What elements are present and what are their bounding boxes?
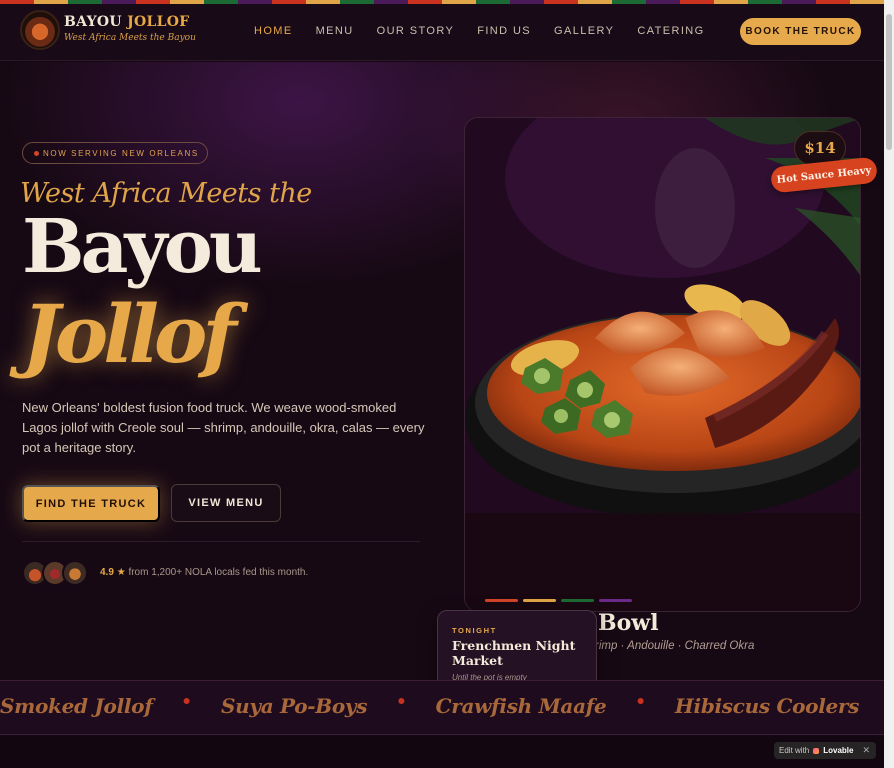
view-menu-button[interactable]: VIEW MENU <box>171 484 281 522</box>
page-scrollbar[interactable] <box>884 0 894 768</box>
marquee-item: Crawfish Maafe <box>435 694 607 718</box>
nav-link-find-us[interactable]: FIND US <box>477 25 531 37</box>
nav-link-home[interactable]: HOME <box>254 25 293 37</box>
jollof-bowl-photo <box>465 118 860 611</box>
marquee-separator: ● <box>397 692 406 708</box>
hero-section: NOW SERVING NEW ORLEANS West Africa Meet… <box>0 62 884 697</box>
marquee-item: Smoked Jollof <box>0 694 153 718</box>
badge-prefix: Edit with <box>779 746 810 755</box>
tonight-kicker: TONIGHT <box>452 626 497 635</box>
nav-links: HOME MENU OUR STORY FIND US GALLERY CATE… <box>254 25 728 37</box>
star-icon: ★ <box>116 567 126 578</box>
nav-link-menu[interactable]: MENU <box>316 25 354 37</box>
card-color-stripes <box>485 599 632 602</box>
hero-divider <box>22 541 420 542</box>
marquee-separator: ● <box>182 692 191 708</box>
stripe-green <box>561 599 594 602</box>
hero-title-jollof: Jollof <box>22 287 237 381</box>
dish-name: Bowl <box>598 610 659 636</box>
stripe-red <box>485 599 518 602</box>
nav-link-catering[interactable]: CATERING <box>637 25 704 37</box>
scrollbar-thumb[interactable] <box>886 14 892 150</box>
rating-summary: 4.9 ★ from 1,200+ NOLA locals fed this m… <box>100 567 308 578</box>
brand-tagline: West Africa Meets the Bayou <box>64 33 196 43</box>
brand-name-part2: JOLLOF <box>127 14 190 30</box>
rating-text: from 1,200+ NOLA locals fed this month. <box>128 567 309 578</box>
marquee-item: Suya Po-Boys <box>221 694 368 718</box>
customer-avatars <box>22 560 90 586</box>
marquee-track: Smoked Jollof ● Suya Po-Boys ● Crawfish … <box>0 692 884 718</box>
top-navigation: BAYOU JOLLOF West Africa Meets the Bayou… <box>0 4 884 61</box>
menu-marquee: Smoked Jollof ● Suya Po-Boys ● Crawfish … <box>0 680 884 735</box>
hero-description: New Orleans' boldest fusion food truck. … <box>22 400 425 455</box>
now-serving-pill: NOW SERVING NEW ORLEANS <box>22 142 208 164</box>
rating-score: 4.9 <box>100 567 114 578</box>
stripe-purple <box>599 599 632 602</box>
brand-name-part1: BAYOU <box>64 14 122 30</box>
page-bottom <box>0 736 884 768</box>
stripe-gold <box>523 599 556 602</box>
nav-link-our-story[interactable]: OUR STORY <box>377 25 455 37</box>
logo-icon[interactable] <box>20 10 60 50</box>
edit-with-lovable-badge[interactable]: Edit with Lovable ✕ <box>774 742 876 759</box>
find-the-truck-button[interactable]: FIND THE TRUCK <box>22 485 160 522</box>
book-the-truck-button[interactable]: BOOK THE TRUCK <box>740 18 861 45</box>
lovable-heart-icon <box>813 747 820 754</box>
brand-name[interactable]: BAYOU JOLLOF <box>64 14 190 30</box>
tonight-title: Frenchmen Night Market <box>452 638 576 668</box>
avatar <box>62 560 88 586</box>
marquee-item: Hibiscus Coolers <box>674 694 860 718</box>
marquee-separator: ● <box>636 692 645 708</box>
badge-brand: Lovable <box>823 746 854 755</box>
nav-link-gallery[interactable]: GALLERY <box>554 25 614 37</box>
hero-title-bayou: Bayou <box>22 204 263 290</box>
featured-dish-card[interactable] <box>464 117 861 612</box>
close-icon[interactable]: ✕ <box>862 745 870 756</box>
dish-description: rimp · Andouille · Charred Okra <box>595 640 755 652</box>
